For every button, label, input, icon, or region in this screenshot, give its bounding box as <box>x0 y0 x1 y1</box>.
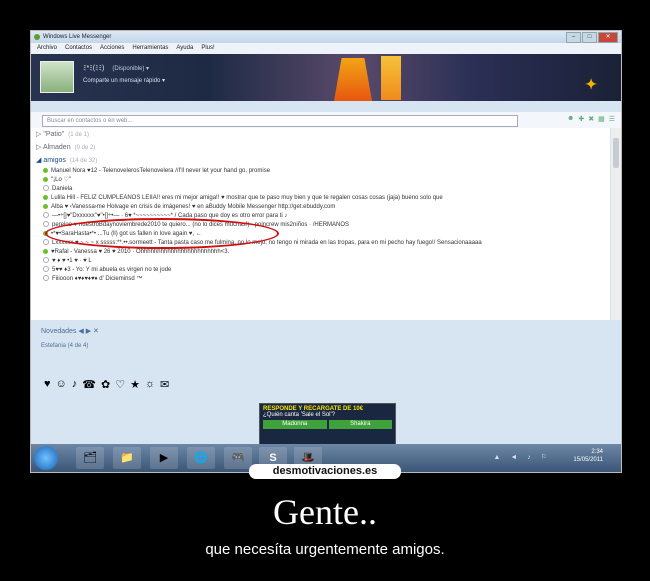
group-amigos[interactable]: ◢ amigos (14 de 32) <box>31 154 610 167</box>
add-contact-icon[interactable]: ✚ <box>578 115 584 123</box>
menu-plus[interactable]: Plus! <box>201 43 214 54</box>
layout-icon[interactable]: ▦ <box>598 115 605 123</box>
status-selector[interactable]: (Disponible) ▾ <box>112 66 149 72</box>
avatar[interactable] <box>40 61 74 93</box>
taskbar-app[interactable]: ▶ <box>150 447 178 469</box>
contact-row[interactable]: ♥Rafal - Vanessa ♥ 26 ♥ 2010 · Ohhhhhhhh… <box>31 248 610 257</box>
emoticon-icon[interactable]: ☺ <box>56 378 67 391</box>
contact-row[interactable]: Lulila Hill - FELIZ CUMPLEAÑOS LEIIA!! e… <box>31 194 610 203</box>
taskbar-app[interactable]: 🗂 <box>76 447 104 469</box>
news-subtitle[interactable]: Estefania (4 de 4) <box>41 343 88 349</box>
profile-banner: ﾐ*ﾐ(ﾐﾐ) (Disponible) ▾ Comparte un mensa… <box>31 54 621 101</box>
contact-list: ▷ "Patio" (1 de 1) ▷ Almaden (0 de 2) ◢ am… <box>31 128 610 320</box>
menu-bar: Archivo Contactos Acciones Herramientas … <box>31 43 621 54</box>
messenger-logo-icon: ✦ <box>585 76 597 92</box>
lantern-decoration-2 <box>381 56 401 100</box>
lantern-decoration <box>334 58 372 101</box>
contact-row[interactable]: 5♥♥ ♦3 - Yo: Y mi abuela es virgen no te… <box>31 266 610 275</box>
ad-header: RESPONDE Y RECARGATE DE 10€ <box>263 406 364 412</box>
options-icon[interactable]: ☰ <box>609 115 615 123</box>
caption-title: Gente.. <box>273 492 377 532</box>
taskbar-app[interactable]: 🌐 <box>187 447 215 469</box>
offline-status-icon <box>43 266 49 273</box>
emoticon-icon[interactable]: ✿ <box>101 378 110 391</box>
messenger-icon <box>34 34 40 40</box>
highlight-circle <box>45 218 279 249</box>
ad-option-shakira[interactable]: Shakira <box>328 420 392 429</box>
personal-message[interactable]: Comparte un mensaje rápido ▾ <box>83 77 165 84</box>
news-section[interactable]: Novedades ◀ ▶ ✕ <box>41 327 99 335</box>
offline-status-icon <box>43 239 49 246</box>
online-status-icon <box>43 194 48 200</box>
offline-status-icon <box>43 212 49 219</box>
messenger-window: Windows Live Messenger – □ ✕ Archivo Con… <box>30 30 622 473</box>
menu-archivo[interactable]: Archivo <box>37 43 57 54</box>
online-status-icon <box>43 167 48 173</box>
ad-option-madonna[interactable]: Madonna <box>263 420 327 429</box>
offline-status-icon <box>43 257 49 264</box>
search-row: Buscar en contactos o en web... ☻ ✚ ✖ ▦ … <box>31 112 621 128</box>
group-patio[interactable]: ▷ "Patio" (1 de 1) <box>31 128 610 141</box>
emoticon-bar: ♥ ☺ ♪ ☎ ✿ ♡ ★ ☼ ✉ <box>44 378 169 391</box>
contacts-icon[interactable]: ☻ <box>567 115 574 123</box>
clock[interactable]: 2:34 15/05/2011 <box>573 448 603 464</box>
offline-status-icon <box>43 185 49 192</box>
menu-contactos[interactable]: Contactos <box>65 43 92 54</box>
profile-name[interactable]: ﾐ*ﾐ(ﾐﾐ) (Disponible) ▾ <box>83 63 149 73</box>
emoticon-icon[interactable]: ♡ <box>115 378 125 391</box>
offline-status-icon <box>43 275 49 282</box>
maximize-button[interactable]: □ <box>582 32 597 43</box>
contact-row[interactable]: Daniela <box>31 185 610 194</box>
group-almaden[interactable]: ▷ Almaden (0 de 2) <box>31 141 610 154</box>
online-status-icon <box>43 176 48 182</box>
close-button[interactable]: ✕ <box>598 32 618 43</box>
games-icon[interactable]: ✖ <box>588 115 594 123</box>
ad-banner[interactable]: RESPONDE Y RECARGATE DE 10€ ¿Quién canta… <box>259 403 396 445</box>
emoticon-icon[interactable]: ☼ <box>145 378 155 391</box>
online-status-icon <box>43 248 48 254</box>
menu-herramientas[interactable]: Herramientas <box>132 43 168 54</box>
search-input[interactable]: Buscar en contactos o en web... <box>42 115 518 127</box>
menu-acciones[interactable]: Acciones <box>100 43 124 54</box>
display-name: ﾐ*ﾐ(ﾐﾐ) <box>83 65 105 72</box>
contact-row[interactable]: Fiiiooon ♦♥♦♥♦♥♦ d' Dicieminsd ™ <box>31 275 610 284</box>
emoticon-icon[interactable]: ♪ <box>72 378 78 391</box>
title-bar[interactable]: Windows Live Messenger – □ ✕ <box>31 31 621 43</box>
clock-date: 15/05/2011 <box>573 457 603 463</box>
contact-row[interactable]: Alba ♥ ‹Vanessa›me Holvage en crisis de … <box>31 203 610 212</box>
offline-status-icon <box>43 221 49 228</box>
emoticon-icon[interactable]: ♥ <box>44 378 51 391</box>
clock-time: 2:34 <box>591 449 603 455</box>
watermark: desmotivaciones.es <box>249 464 401 479</box>
caption-subtitle: que necesíta urgentemente amigos. <box>205 541 445 558</box>
scroll-thumb[interactable] <box>613 138 619 168</box>
minimize-button[interactable]: – <box>566 32 581 43</box>
emoticon-icon[interactable]: ✉ <box>160 378 169 391</box>
contact-row[interactable]: Manuel Nora ♥12 - TelenovelerosTelenovel… <box>31 167 610 176</box>
start-button[interactable] <box>34 446 58 470</box>
emoticon-icon[interactable]: ★ <box>130 378 140 391</box>
system-tray[interactable]: ▲ ◄ ♪ ⚐ <box>494 453 551 461</box>
menu-ayuda[interactable]: Ayuda <box>176 43 193 54</box>
window-title: Windows Live Messenger <box>43 34 112 40</box>
contact-list-scrollbar[interactable] <box>611 128 621 320</box>
taskbar-app[interactable]: 🎮 <box>224 447 252 469</box>
emoticon-icon[interactable]: ☎ <box>82 378 96 391</box>
taskbar-app[interactable]: 📁 <box>113 447 141 469</box>
online-status-icon <box>43 203 48 209</box>
contact-row[interactable]: ♥ ♦ ♥ •1 ♥ · ♥ L <box>31 257 610 266</box>
contact-row[interactable]: "¡Lo ♡" <box>31 176 610 185</box>
